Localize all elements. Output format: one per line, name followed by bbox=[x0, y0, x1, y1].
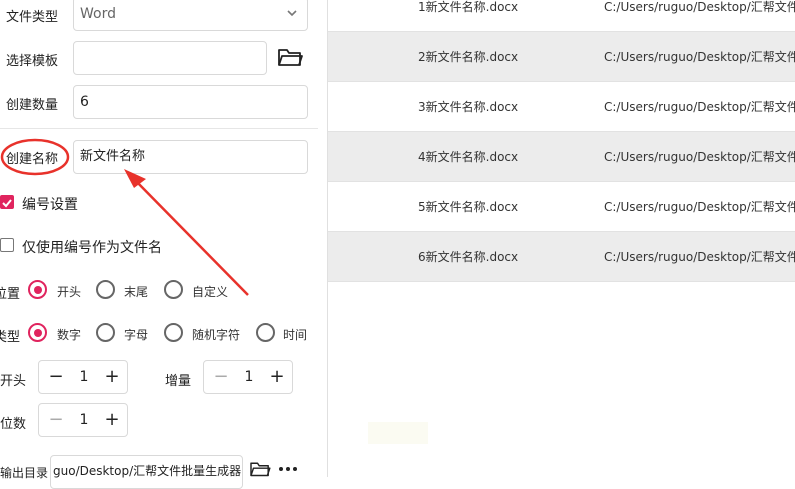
highlight-ellipse bbox=[0, 138, 70, 176]
annotation-arrow-line bbox=[131, 176, 249, 296]
annotation-overlay bbox=[0, 138, 249, 296]
annotation-arrow-head bbox=[124, 169, 146, 188]
